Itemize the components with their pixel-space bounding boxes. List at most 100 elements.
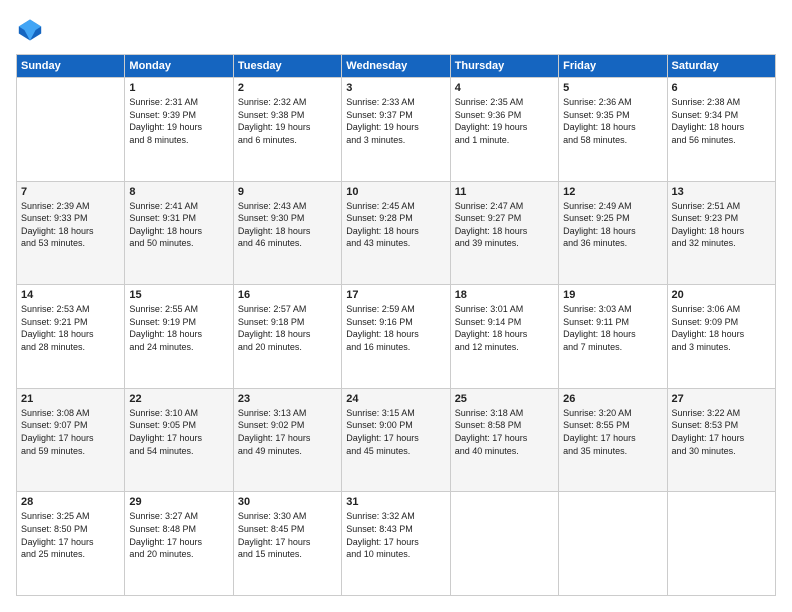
day-info: Sunrise: 3:20 AM Sunset: 8:55 PM Dayligh… bbox=[563, 407, 662, 457]
calendar-cell: 8 Sunrise: 2:41 AM Sunset: 9:31 PM Daylig… bbox=[125, 181, 233, 285]
day-number: 15 bbox=[129, 289, 228, 301]
calendar-cell: 11 Sunrise: 2:47 AM Sunset: 9:27 PM Dayli… bbox=[450, 181, 558, 285]
day-info: Sunrise: 2:51 AM Sunset: 9:23 PM Dayligh… bbox=[672, 200, 771, 250]
calendar-cell: 23 Sunrise: 3:13 AM Sunset: 9:02 PM Dayli… bbox=[233, 388, 341, 492]
day-info: Sunrise: 2:57 AM Sunset: 9:18 PM Dayligh… bbox=[238, 303, 337, 353]
calendar-cell: 13 Sunrise: 2:51 AM Sunset: 9:23 PM Dayli… bbox=[667, 181, 775, 285]
day-number: 18 bbox=[455, 289, 554, 301]
calendar-cell: 4 Sunrise: 2:35 AM Sunset: 9:36 PM Daylig… bbox=[450, 78, 558, 182]
calendar-cell bbox=[559, 492, 667, 596]
calendar-cell: 14 Sunrise: 2:53 AM Sunset: 9:21 PM Dayli… bbox=[17, 285, 125, 389]
day-number: 8 bbox=[129, 186, 228, 198]
day-number: 26 bbox=[563, 393, 662, 405]
calendar-cell: 9Sunrise: 2:43 AM Sunset: 9:30 PM Daylig… bbox=[233, 181, 341, 285]
day-number: 28 bbox=[21, 496, 120, 508]
calendar-cell: 28 Sunrise: 3:25 AM Sunset: 8:50 PM Dayli… bbox=[17, 492, 125, 596]
day-info: Sunrise: 3:30 AM Sunset: 8:45 PM Dayligh… bbox=[238, 510, 337, 560]
calendar-weekday-wednesday: Wednesday bbox=[342, 55, 450, 78]
day-number: 25 bbox=[455, 393, 554, 405]
calendar-cell: 29Sunrise: 3:27 AM Sunset: 8:48 PM Dayli… bbox=[125, 492, 233, 596]
calendar-cell bbox=[17, 78, 125, 182]
day-info: Sunrise: 2:41 AM Sunset: 9:31 PM Dayligh… bbox=[129, 200, 228, 250]
calendar-cell: 16 Sunrise: 2:57 AM Sunset: 9:18 PM Dayli… bbox=[233, 285, 341, 389]
calendar-cell: 31Sunrise: 3:32 AM Sunset: 8:43 PM Dayli… bbox=[342, 492, 450, 596]
calendar-cell bbox=[667, 492, 775, 596]
calendar-cell: 21Sunrise: 3:08 AM Sunset: 9:07 PM Dayli… bbox=[17, 388, 125, 492]
day-number: 20 bbox=[672, 289, 771, 301]
calendar-cell: 27Sunrise: 3:22 AM Sunset: 8:53 PM Dayli… bbox=[667, 388, 775, 492]
calendar-table: SundayMondayTuesdayWednesdayThursdayFrid… bbox=[16, 54, 776, 596]
calendar-cell: 1Sunrise: 2:31 AM Sunset: 9:39 PM Daylig… bbox=[125, 78, 233, 182]
day-info: Sunrise: 2:33 AM Sunset: 9:37 PM Dayligh… bbox=[346, 96, 445, 146]
day-info: Sunrise: 3:25 AM Sunset: 8:50 PM Dayligh… bbox=[21, 510, 120, 560]
day-info: Sunrise: 2:47 AM Sunset: 9:27 PM Dayligh… bbox=[455, 200, 554, 250]
day-number: 11 bbox=[455, 186, 554, 198]
calendar-cell: 18 Sunrise: 3:01 AM Sunset: 9:14 PM Dayli… bbox=[450, 285, 558, 389]
day-number: 16 bbox=[238, 289, 337, 301]
calendar-cell: 12 Sunrise: 2:49 AM Sunset: 9:25 PM Dayli… bbox=[559, 181, 667, 285]
header bbox=[16, 16, 776, 44]
calendar-weekday-thursday: Thursday bbox=[450, 55, 558, 78]
calendar-weekday-monday: Monday bbox=[125, 55, 233, 78]
logo bbox=[16, 16, 48, 44]
day-number: 14 bbox=[21, 289, 120, 301]
calendar-weekday-sunday: Sunday bbox=[17, 55, 125, 78]
day-number: 23 bbox=[238, 393, 337, 405]
day-info: Sunrise: 3:18 AM Sunset: 8:58 PM Dayligh… bbox=[455, 407, 554, 457]
day-number: 30 bbox=[238, 496, 337, 508]
calendar-cell: 7 Sunrise: 2:39 AM Sunset: 9:33 PM Daylig… bbox=[17, 181, 125, 285]
day-info: Sunrise: 3:06 AM Sunset: 9:09 PM Dayligh… bbox=[672, 303, 771, 353]
day-number: 22 bbox=[129, 393, 228, 405]
calendar-week-row: 21Sunrise: 3:08 AM Sunset: 9:07 PM Dayli… bbox=[17, 388, 776, 492]
calendar-header-row: SundayMondayTuesdayWednesdayThursdayFrid… bbox=[17, 55, 776, 78]
day-info: Sunrise: 2:35 AM Sunset: 9:36 PM Dayligh… bbox=[455, 96, 554, 146]
day-number: 24 bbox=[346, 393, 445, 405]
day-info: Sunrise: 2:55 AM Sunset: 9:19 PM Dayligh… bbox=[129, 303, 228, 353]
calendar-weekday-friday: Friday bbox=[559, 55, 667, 78]
day-number: 9 bbox=[238, 186, 337, 198]
calendar-cell: 22Sunrise: 3:10 AM Sunset: 9:05 PM Dayli… bbox=[125, 388, 233, 492]
calendar-cell bbox=[450, 492, 558, 596]
day-info: Sunrise: 2:45 AM Sunset: 9:28 PM Dayligh… bbox=[346, 200, 445, 250]
day-number: 7 bbox=[21, 186, 120, 198]
day-number: 1 bbox=[129, 82, 228, 94]
day-number: 2 bbox=[238, 82, 337, 94]
calendar-cell: 30 Sunrise: 3:30 AM Sunset: 8:45 PM Dayli… bbox=[233, 492, 341, 596]
day-info: Sunrise: 3:01 AM Sunset: 9:14 PM Dayligh… bbox=[455, 303, 554, 353]
calendar-cell: 26 Sunrise: 3:20 AM Sunset: 8:55 PM Dayli… bbox=[559, 388, 667, 492]
calendar-cell: 24 Sunrise: 3:15 AM Sunset: 9:00 PM Dayli… bbox=[342, 388, 450, 492]
calendar-week-row: 28 Sunrise: 3:25 AM Sunset: 8:50 PM Dayli… bbox=[17, 492, 776, 596]
calendar-cell: 6 Sunrise: 2:38 AM Sunset: 9:34 PM Daylig… bbox=[667, 78, 775, 182]
day-number: 5 bbox=[563, 82, 662, 94]
calendar-week-row: 1Sunrise: 2:31 AM Sunset: 9:39 PM Daylig… bbox=[17, 78, 776, 182]
day-number: 17 bbox=[346, 289, 445, 301]
day-info: Sunrise: 3:27 AM Sunset: 8:48 PM Dayligh… bbox=[129, 510, 228, 560]
calendar-cell: 2 Sunrise: 2:32 AM Sunset: 9:38 PM Daylig… bbox=[233, 78, 341, 182]
day-number: 27 bbox=[672, 393, 771, 405]
day-number: 4 bbox=[455, 82, 554, 94]
logo-icon bbox=[16, 16, 44, 44]
day-info: Sunrise: 3:15 AM Sunset: 9:00 PM Dayligh… bbox=[346, 407, 445, 457]
calendar-cell: 17Sunrise: 2:59 AM Sunset: 9:16 PM Dayli… bbox=[342, 285, 450, 389]
day-info: Sunrise: 2:49 AM Sunset: 9:25 PM Dayligh… bbox=[563, 200, 662, 250]
day-number: 12 bbox=[563, 186, 662, 198]
day-number: 13 bbox=[672, 186, 771, 198]
calendar-cell: 25 Sunrise: 3:18 AM Sunset: 8:58 PM Dayli… bbox=[450, 388, 558, 492]
calendar-cell: 20 Sunrise: 3:06 AM Sunset: 9:09 PM Dayli… bbox=[667, 285, 775, 389]
day-info: Sunrise: 3:13 AM Sunset: 9:02 PM Dayligh… bbox=[238, 407, 337, 457]
day-number: 21 bbox=[21, 393, 120, 405]
day-number: 10 bbox=[346, 186, 445, 198]
day-info: Sunrise: 3:32 AM Sunset: 8:43 PM Dayligh… bbox=[346, 510, 445, 560]
day-info: Sunrise: 2:53 AM Sunset: 9:21 PM Dayligh… bbox=[21, 303, 120, 353]
calendar-weekday-tuesday: Tuesday bbox=[233, 55, 341, 78]
calendar-cell: 15 Sunrise: 2:55 AM Sunset: 9:19 PM Dayli… bbox=[125, 285, 233, 389]
day-info: Sunrise: 2:39 AM Sunset: 9:33 PM Dayligh… bbox=[21, 200, 120, 250]
day-info: Sunrise: 2:38 AM Sunset: 9:34 PM Dayligh… bbox=[672, 96, 771, 146]
day-info: Sunrise: 2:32 AM Sunset: 9:38 PM Dayligh… bbox=[238, 96, 337, 146]
calendar-cell: 10 Sunrise: 2:45 AM Sunset: 9:28 PM Dayli… bbox=[342, 181, 450, 285]
calendar-week-row: 7 Sunrise: 2:39 AM Sunset: 9:33 PM Daylig… bbox=[17, 181, 776, 285]
day-info: Sunrise: 2:36 AM Sunset: 9:35 PM Dayligh… bbox=[563, 96, 662, 146]
day-number: 6 bbox=[672, 82, 771, 94]
calendar-cell: 19Sunrise: 3:03 AM Sunset: 9:11 PM Dayli… bbox=[559, 285, 667, 389]
day-info: Sunrise: 3:03 AM Sunset: 9:11 PM Dayligh… bbox=[563, 303, 662, 353]
